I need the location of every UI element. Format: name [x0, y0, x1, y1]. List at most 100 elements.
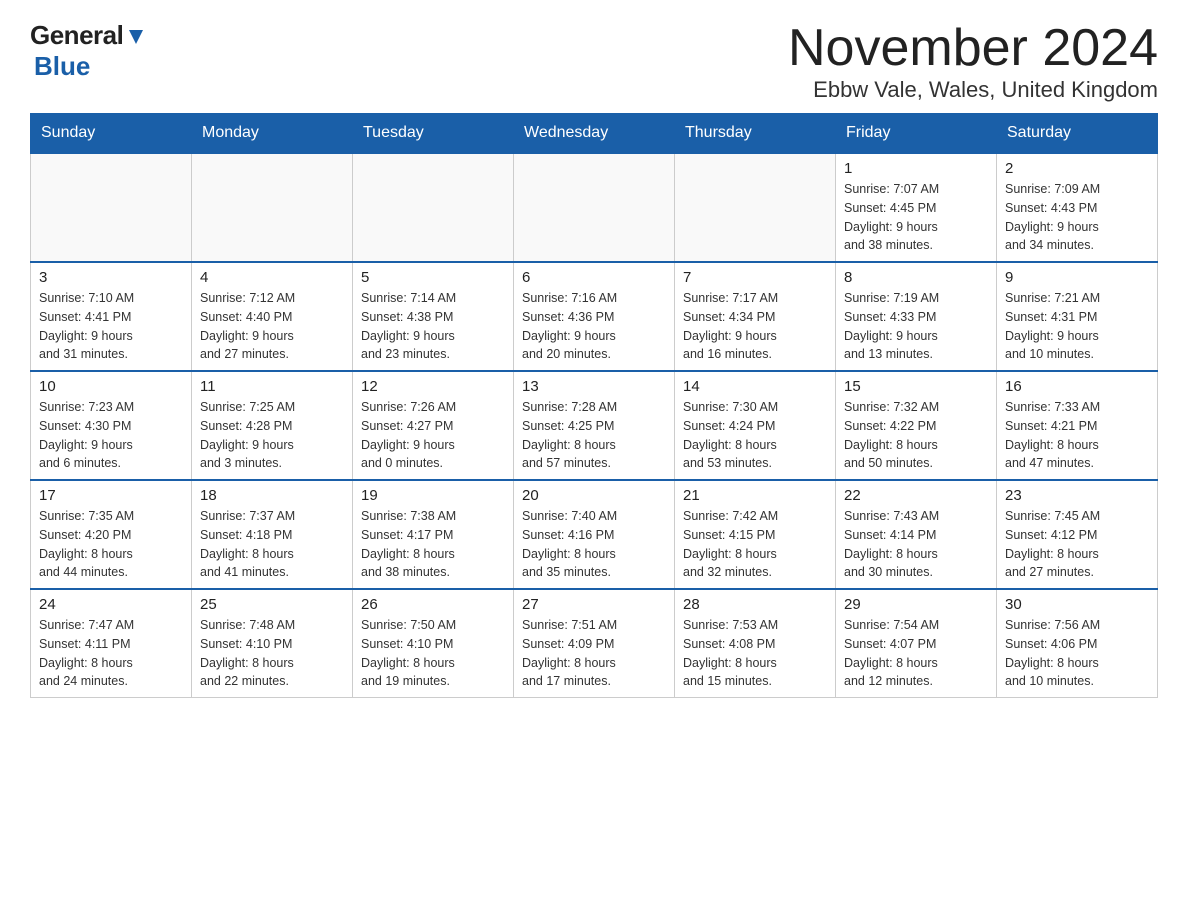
day-info: Sunrise: 7:16 AM Sunset: 4:36 PM Dayligh…: [522, 289, 666, 364]
week-row: 3 Sunrise: 7:10 AM Sunset: 4:41 PM Daylig…: [31, 262, 1158, 371]
day-info: Sunrise: 7:47 AM Sunset: 4:11 PM Dayligh…: [39, 616, 183, 691]
calendar-cell: [353, 153, 514, 262]
calendar-cell: 15 Sunrise: 7:32 AM Sunset: 4:22 PM Dayli…: [836, 371, 997, 480]
day-info: Sunrise: 7:17 AM Sunset: 4:34 PM Dayligh…: [683, 289, 827, 364]
header-day-sunday: Sunday: [31, 114, 192, 154]
calendar-cell: 3 Sunrise: 7:10 AM Sunset: 4:41 PM Daylig…: [31, 262, 192, 371]
calendar-cell: 23 Sunrise: 7:45 AM Sunset: 4:12 PM Dayli…: [997, 480, 1158, 589]
day-number: 26: [361, 596, 505, 613]
day-info: Sunrise: 7:35 AM Sunset: 4:20 PM Dayligh…: [39, 507, 183, 582]
day-info: Sunrise: 7:30 AM Sunset: 4:24 PM Dayligh…: [683, 398, 827, 473]
calendar-cell: 28Sunrise: 7:53 AM Sunset: 4:08 PM Dayli…: [675, 589, 836, 698]
day-info: Sunrise: 7:23 AM Sunset: 4:30 PM Dayligh…: [39, 398, 183, 473]
day-info: Sunrise: 7:53 AM Sunset: 4:08 PM Dayligh…: [683, 616, 827, 691]
day-info: Sunrise: 7:32 AM Sunset: 4:22 PM Dayligh…: [844, 398, 988, 473]
day-number: 6: [522, 269, 666, 286]
day-number: 1: [844, 160, 988, 177]
calendar-cell: 24 Sunrise: 7:47 AM Sunset: 4:11 PM Dayli…: [31, 589, 192, 698]
day-number: 21: [683, 487, 827, 504]
week-row: 10 Sunrise: 7:23 AM Sunset: 4:30 PM Dayli…: [31, 371, 1158, 480]
logo-general-text: General: [30, 20, 123, 51]
calendar-cell: 16Sunrise: 7:33 AM Sunset: 4:21 PM Dayli…: [997, 371, 1158, 480]
calendar-cell: [31, 153, 192, 262]
calendar-cell: [514, 153, 675, 262]
calendar-cell: 10 Sunrise: 7:23 AM Sunset: 4:30 PM Dayli…: [31, 371, 192, 480]
calendar-cell: 1Sunrise: 7:07 AM Sunset: 4:45 PM Daylig…: [836, 153, 997, 262]
day-info: Sunrise: 7:56 AM Sunset: 4:06 PM Dayligh…: [1005, 616, 1149, 691]
header-day-saturday: Saturday: [997, 114, 1158, 154]
day-number: 25: [200, 596, 344, 613]
day-number: 3: [39, 269, 183, 286]
calendar-cell: 5Sunrise: 7:14 AM Sunset: 4:38 PM Daylig…: [353, 262, 514, 371]
calendar-cell: 2 Sunrise: 7:09 AM Sunset: 4:43 PM Daylig…: [997, 153, 1158, 262]
day-info: Sunrise: 7:19 AM Sunset: 4:33 PM Dayligh…: [844, 289, 988, 364]
day-number: 15: [844, 378, 988, 395]
day-info: Sunrise: 7:10 AM Sunset: 4:41 PM Dayligh…: [39, 289, 183, 364]
day-number: 18: [200, 487, 344, 504]
calendar-cell: 12Sunrise: 7:26 AM Sunset: 4:27 PM Dayli…: [353, 371, 514, 480]
calendar-cell: 21Sunrise: 7:42 AM Sunset: 4:15 PM Dayli…: [675, 480, 836, 589]
day-number: 23: [1005, 487, 1149, 504]
header-day-friday: Friday: [836, 114, 997, 154]
day-number: 24: [39, 596, 183, 613]
calendar-cell: 30Sunrise: 7:56 AM Sunset: 4:06 PM Dayli…: [997, 589, 1158, 698]
day-number: 20: [522, 487, 666, 504]
calendar-cell: 19 Sunrise: 7:38 AM Sunset: 4:17 PM Dayli…: [353, 480, 514, 589]
day-number: 2: [1005, 160, 1149, 177]
header-day-thursday: Thursday: [675, 114, 836, 154]
page-header: General Blue November 2024 Ebbw Vale, Wa…: [30, 20, 1158, 103]
calendar-cell: 14Sunrise: 7:30 AM Sunset: 4:24 PM Dayli…: [675, 371, 836, 480]
title-block: November 2024 Ebbw Vale, Wales, United K…: [788, 20, 1158, 103]
day-info: Sunrise: 7:43 AM Sunset: 4:14 PM Dayligh…: [844, 507, 988, 582]
calendar-title: November 2024: [788, 20, 1158, 77]
day-number: 7: [683, 269, 827, 286]
calendar-body: 1Sunrise: 7:07 AM Sunset: 4:45 PM Daylig…: [31, 153, 1158, 698]
day-info: Sunrise: 7:54 AM Sunset: 4:07 PM Dayligh…: [844, 616, 988, 691]
calendar-cell: 22Sunrise: 7:43 AM Sunset: 4:14 PM Dayli…: [836, 480, 997, 589]
day-info: Sunrise: 7:38 AM Sunset: 4:17 PM Dayligh…: [361, 507, 505, 582]
day-number: 10: [39, 378, 183, 395]
logo: General Blue: [30, 20, 147, 82]
day-number: 29: [844, 596, 988, 613]
calendar-cell: 25Sunrise: 7:48 AM Sunset: 4:10 PM Dayli…: [192, 589, 353, 698]
calendar-cell: 20Sunrise: 7:40 AM Sunset: 4:16 PM Dayli…: [514, 480, 675, 589]
calendar-cell: 26 Sunrise: 7:50 AM Sunset: 4:10 PM Dayli…: [353, 589, 514, 698]
calendar-cell: 18 Sunrise: 7:37 AM Sunset: 4:18 PM Dayli…: [192, 480, 353, 589]
day-info: Sunrise: 7:14 AM Sunset: 4:38 PM Dayligh…: [361, 289, 505, 364]
calendar-cell: [192, 153, 353, 262]
calendar-cell: 9 Sunrise: 7:21 AM Sunset: 4:31 PM Daylig…: [997, 262, 1158, 371]
day-info: Sunrise: 7:45 AM Sunset: 4:12 PM Dayligh…: [1005, 507, 1149, 582]
day-info: Sunrise: 7:37 AM Sunset: 4:18 PM Dayligh…: [200, 507, 344, 582]
logo-arrow-icon: [125, 26, 147, 48]
header-day-tuesday: Tuesday: [353, 114, 514, 154]
day-number: 4: [200, 269, 344, 286]
calendar-cell: [675, 153, 836, 262]
calendar-cell: 8 Sunrise: 7:19 AM Sunset: 4:33 PM Daylig…: [836, 262, 997, 371]
day-number: 9: [1005, 269, 1149, 286]
calendar-subtitle: Ebbw Vale, Wales, United Kingdom: [788, 77, 1158, 103]
calendar-cell: 11Sunrise: 7:25 AM Sunset: 4:28 PM Dayli…: [192, 371, 353, 480]
day-info: Sunrise: 7:09 AM Sunset: 4:43 PM Dayligh…: [1005, 180, 1149, 255]
day-info: Sunrise: 7:21 AM Sunset: 4:31 PM Dayligh…: [1005, 289, 1149, 364]
day-number: 8: [844, 269, 988, 286]
day-info: Sunrise: 7:12 AM Sunset: 4:40 PM Dayligh…: [200, 289, 344, 364]
day-number: 19: [361, 487, 505, 504]
day-info: Sunrise: 7:28 AM Sunset: 4:25 PM Dayligh…: [522, 398, 666, 473]
day-number: 16: [1005, 378, 1149, 395]
day-info: Sunrise: 7:51 AM Sunset: 4:09 PM Dayligh…: [522, 616, 666, 691]
day-info: Sunrise: 7:50 AM Sunset: 4:10 PM Dayligh…: [361, 616, 505, 691]
calendar-cell: 27Sunrise: 7:51 AM Sunset: 4:09 PM Dayli…: [514, 589, 675, 698]
week-row: 17 Sunrise: 7:35 AM Sunset: 4:20 PM Dayli…: [31, 480, 1158, 589]
day-number: 11: [200, 378, 344, 395]
day-number: 17: [39, 487, 183, 504]
header-row: SundayMondayTuesdayWednesdayThursdayFrid…: [31, 114, 1158, 154]
week-row: 24 Sunrise: 7:47 AM Sunset: 4:11 PM Dayli…: [31, 589, 1158, 698]
calendar-cell: 29 Sunrise: 7:54 AM Sunset: 4:07 PM Dayli…: [836, 589, 997, 698]
day-number: 12: [361, 378, 505, 395]
calendar-cell: 4 Sunrise: 7:12 AM Sunset: 4:40 PM Daylig…: [192, 262, 353, 371]
calendar-table: SundayMondayTuesdayWednesdayThursdayFrid…: [30, 113, 1158, 698]
calendar-cell: 17 Sunrise: 7:35 AM Sunset: 4:20 PM Dayli…: [31, 480, 192, 589]
day-number: 13: [522, 378, 666, 395]
calendar-cell: 7 Sunrise: 7:17 AM Sunset: 4:34 PM Daylig…: [675, 262, 836, 371]
week-row: 1Sunrise: 7:07 AM Sunset: 4:45 PM Daylig…: [31, 153, 1158, 262]
